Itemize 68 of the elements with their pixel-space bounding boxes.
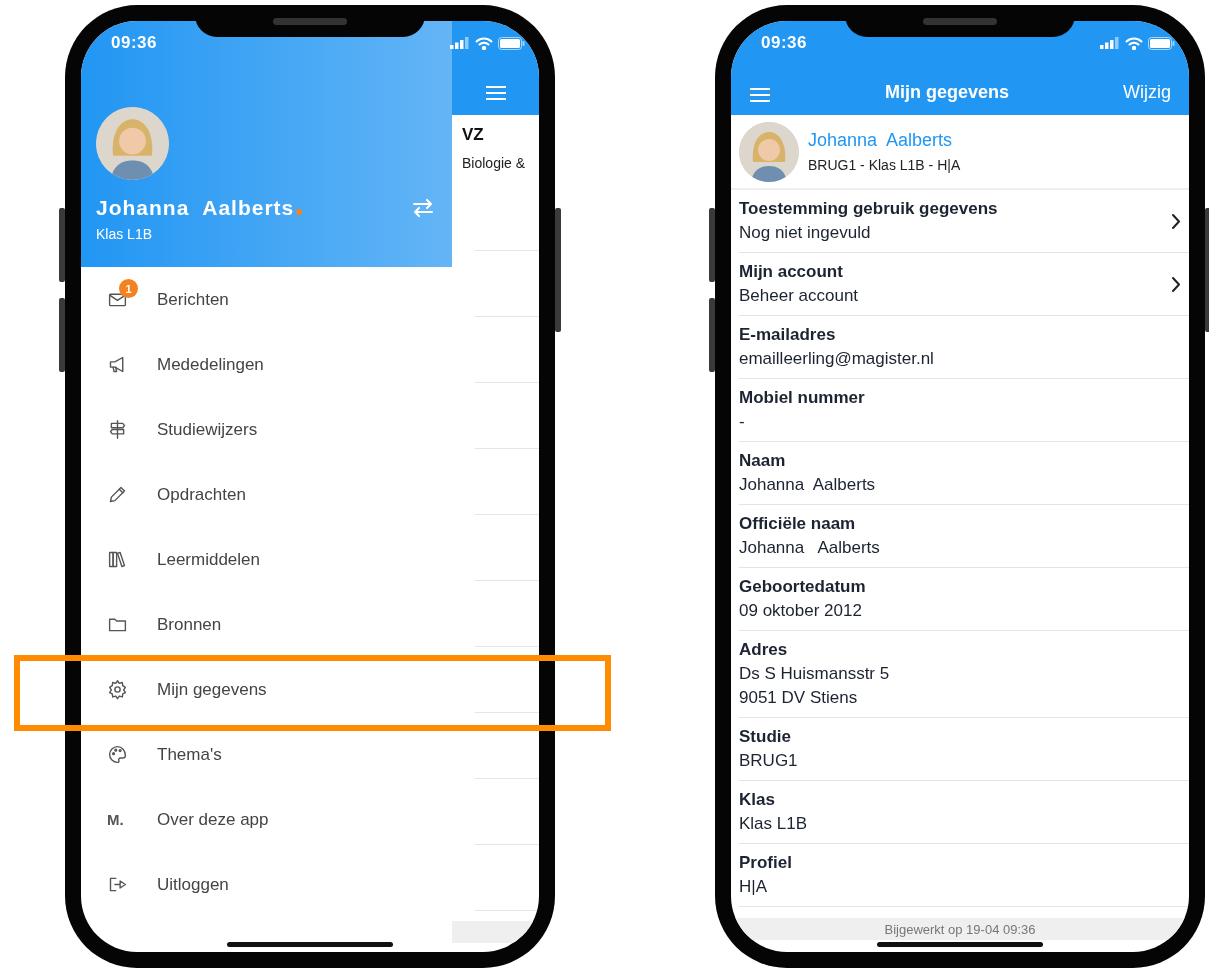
field-value: emailleerling@magister.nl [739,348,935,370]
home-indicator[interactable] [227,942,393,947]
side-button[interactable] [59,208,65,282]
menu-item[interactable]: Thema's [157,744,222,765]
field-value: Klas L1B [739,813,809,835]
battery-icon [1148,36,1175,50]
field-label: E-mailadres [739,324,837,346]
field-value: Beheer account [739,285,860,307]
user-name: Johanna Aalberts [96,196,303,220]
menu-item[interactable]: Opdrachten [157,484,246,505]
status-time: 09:36 [111,33,157,53]
signpost-icon [107,419,128,440]
field-label: Toestemming gebruik gegevens [739,198,999,220]
side-button[interactable] [709,298,715,372]
field-label: Klas [739,789,776,811]
menu-item[interactable]: Mijn gegevens [157,679,267,700]
switch-icon[interactable] [412,199,434,217]
menu-item[interactable]: Leermiddelen [157,549,260,570]
field-value: - [739,411,746,433]
field-value: Ds S Huismansstr 5 [739,663,891,685]
wifi-icon [1125,36,1143,50]
list-title: VZ [462,125,485,145]
field-value: H|A [739,876,769,898]
field-value: Johanna Aalberts [739,474,877,496]
side-button[interactable] [709,208,715,282]
menu-item[interactable]: Uitloggen [157,874,229,895]
app-logo-icon: M. [107,811,124,828]
menu-item[interactable]: Mededelingen [157,354,264,375]
palette-icon [107,744,128,765]
home-indicator[interactable] [877,942,1043,947]
field-value: Nog niet ingevuld [739,222,872,244]
side-button[interactable] [59,298,65,372]
menu-icon[interactable] [749,87,771,103]
screen-title: Mijn gegevens [885,82,1009,103]
wifi-icon [475,36,493,50]
field-label: Mobiel nummer [739,387,866,409]
field-value: 9051 DV Stiens [739,687,859,709]
profile-details: BRUG1 - Klas L1B - H|A [808,157,961,173]
field-label: Geboortedatum [739,576,867,598]
menu-icon[interactable] [484,85,507,101]
chevron-icon[interactable] [1171,212,1181,230]
side-button[interactable] [555,208,561,332]
field-label: Studie [739,726,792,748]
menu-item[interactable]: Over deze app [157,809,269,830]
menu-item[interactable]: Bronnen [157,614,222,635]
field-value: BRUG1 [739,750,799,772]
field-label: Officiële naam [739,513,857,535]
chevron-icon[interactable] [1171,275,1181,293]
user-class: Klas L1B [96,226,154,242]
status-time: 09:36 [761,33,807,53]
signal-icon [450,37,470,49]
settings-icon [107,679,128,700]
menu-item[interactable]: Studiewijzers [157,419,258,440]
count-badge: 1 [119,279,138,298]
menu-item[interactable]: Berichten [157,289,229,310]
field-label: Mijn account [739,261,844,283]
list-subtitle: Biologie & [462,155,527,171]
field-label: Naam [739,450,787,472]
signal-icon [1100,37,1120,49]
profile-name: Johanna Aalberts [808,130,954,151]
books-icon [107,549,128,570]
pencil-icon [107,484,128,505]
field-value: 09 oktober 2012 [739,600,863,622]
field-label: Profiel [739,852,793,874]
field-value: Johanna Aalberts [739,537,881,559]
battery-icon [498,36,525,50]
field-label: Adres [739,639,789,661]
avatar [739,121,799,182]
